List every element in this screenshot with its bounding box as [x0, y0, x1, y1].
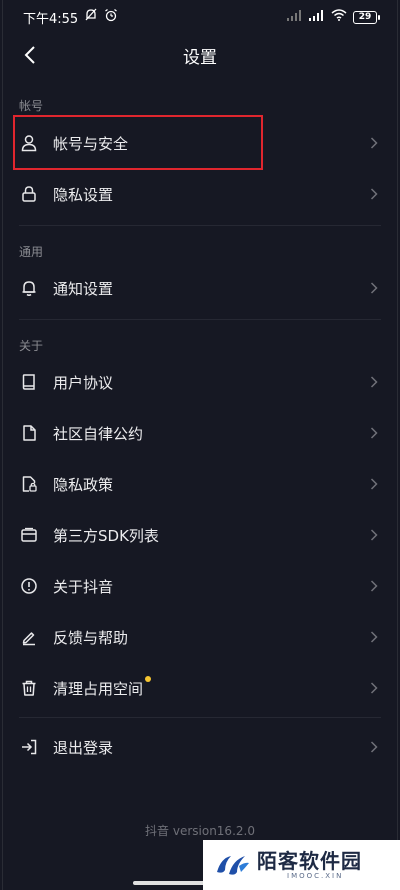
settings-item-about-douyin[interactable]: 关于抖音 — [3, 561, 397, 611]
status-right: 29 — [287, 9, 380, 25]
battery-icon: 29 — [353, 10, 380, 24]
watermark: 陌客软件园 IMOOC.XIN — [203, 840, 400, 890]
settings-item-privacy[interactable]: 隐私设置 — [3, 169, 397, 219]
settings-item-label: 用户协议 — [53, 373, 114, 392]
settings-item-logout[interactable]: 退出登录 — [3, 722, 397, 772]
chevron-right-icon — [367, 579, 381, 593]
settings-item-user-agreement[interactable]: 用户协议 — [3, 357, 397, 407]
settings-item-label: 隐私政策 — [53, 475, 114, 494]
app-version: 抖音 version16.2.0 — [145, 824, 255, 838]
document-icon — [19, 423, 39, 443]
section-header-account: 帐号 — [19, 99, 44, 113]
settings-item-label: 隐私设置 — [53, 185, 114, 204]
status-left: 下午4:55 — [23, 8, 118, 27]
card-icon — [19, 525, 39, 545]
settings-item-account-security[interactable]: 帐号与安全 — [3, 118, 397, 168]
user-icon — [19, 133, 39, 153]
section-header-general: 通用 — [19, 245, 44, 259]
book-icon — [19, 372, 39, 392]
status-bar: 下午4:55 29 — [3, 0, 397, 34]
settings-item-clear-storage[interactable]: 清理占用空间 — [3, 663, 397, 713]
watermark-logo-icon — [215, 852, 251, 878]
settings-item-third-party-sdk[interactable]: 第三方SDK列表 — [3, 510, 397, 560]
settings-item-notifications[interactable]: 通知设置 — [3, 263, 397, 313]
chevron-right-icon — [367, 477, 381, 491]
settings-item-label: 帐号与安全 — [53, 134, 129, 153]
bell-icon — [19, 278, 39, 298]
watermark-title: 陌客软件园 — [257, 849, 362, 873]
alarm-icon — [104, 8, 118, 26]
info-icon — [19, 576, 39, 596]
chevron-right-icon — [367, 528, 381, 542]
settings-item-label: 反馈与帮助 — [53, 628, 129, 647]
settings-item-label-wrap: 清理占用空间 — [53, 675, 367, 699]
document-lock-icon — [19, 474, 39, 494]
chevron-right-icon — [367, 375, 381, 389]
chevron-right-icon — [367, 281, 381, 295]
settings-item-label: 社区自律公约 — [53, 424, 144, 443]
mute-icon — [84, 8, 98, 26]
new-badge-dot — [145, 675, 152, 682]
signal-weak-icon — [287, 9, 303, 25]
divider — [19, 319, 381, 320]
chevron-right-icon — [367, 630, 381, 644]
settings-screen: 下午4:55 29 设置 帐号 帐号与安全 隐私设置 通用 通知设置 关于 用户… — [2, 0, 398, 890]
status-time: 下午4:55 — [23, 11, 79, 27]
settings-item-label: 关于抖音 — [53, 577, 114, 596]
nav-bar: 设置 — [3, 34, 397, 76]
chevron-right-icon — [367, 681, 381, 695]
page-title: 设置 — [183, 47, 217, 68]
pencil-icon — [19, 627, 39, 647]
settings-item-feedback-help[interactable]: 反馈与帮助 — [3, 612, 397, 662]
chevron-left-icon — [24, 46, 35, 64]
logout-icon — [19, 737, 39, 757]
chevron-right-icon — [367, 740, 381, 754]
divider — [19, 225, 381, 226]
chevron-right-icon — [367, 426, 381, 440]
chevron-right-icon — [367, 136, 381, 150]
settings-item-label: 通知设置 — [53, 279, 114, 298]
lock-icon — [19, 184, 39, 204]
settings-item-label: 退出登录 — [53, 738, 114, 757]
signal-icon — [309, 9, 325, 25]
section-header-about: 关于 — [19, 339, 44, 353]
settings-item-label: 第三方SDK列表 — [53, 526, 159, 545]
back-button[interactable] — [17, 42, 43, 68]
trash-icon — [19, 678, 39, 698]
divider — [19, 717, 381, 718]
chevron-right-icon — [367, 187, 381, 201]
wifi-icon — [331, 9, 347, 25]
watermark-subtitle: IMOOC.XIN — [287, 872, 344, 880]
settings-item-label: 清理占用空间 — [53, 679, 144, 698]
watermark-text: 陌客软件园 IMOOC.XIN — [257, 850, 362, 880]
settings-item-privacy-policy[interactable]: 隐私政策 — [3, 459, 397, 509]
settings-item-community-guidelines[interactable]: 社区自律公约 — [3, 408, 397, 458]
